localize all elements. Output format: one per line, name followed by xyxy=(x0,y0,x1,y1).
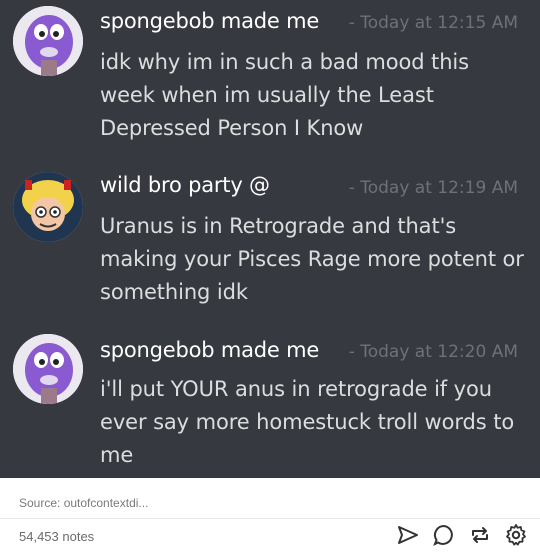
settings-icon[interactable] xyxy=(504,523,528,547)
message-text: Uranus is in Retrograde and that's makin… xyxy=(100,214,524,304)
share-icon[interactable] xyxy=(396,523,420,547)
footer-divider xyxy=(0,518,540,519)
message-author[interactable]: spongebob made me xyxy=(100,338,319,362)
purple-cartoon-face-icon xyxy=(13,6,83,76)
post-actions xyxy=(396,523,528,547)
chat-screenshot: spongebob made me - Today at 12:15 AM id… xyxy=(0,0,540,478)
post-source-link[interactable]: Source: outofcontextdi... xyxy=(19,496,148,510)
reply-icon[interactable] xyxy=(432,523,456,547)
reblog-icon[interactable] xyxy=(468,523,492,547)
message-author[interactable]: spongebob made me xyxy=(100,9,319,33)
message-timestamp: - Today at 12:20 AM xyxy=(348,342,518,362)
message-timestamp: - Today at 12:15 AM xyxy=(348,13,518,33)
cartoon-blonde-character-icon xyxy=(13,172,83,242)
message-text: i'll put YOUR anus in retrograde if you … xyxy=(100,377,515,467)
message-timestamp: - Today at 12:19 AM xyxy=(348,178,518,198)
notes-count[interactable]: 54,453 notes xyxy=(19,529,94,544)
message-text: idk why im in such a bad mood this week … xyxy=(100,50,469,140)
message-author[interactable]: wild bro party @ xyxy=(100,173,270,197)
purple-cartoon-face-icon xyxy=(13,334,83,404)
